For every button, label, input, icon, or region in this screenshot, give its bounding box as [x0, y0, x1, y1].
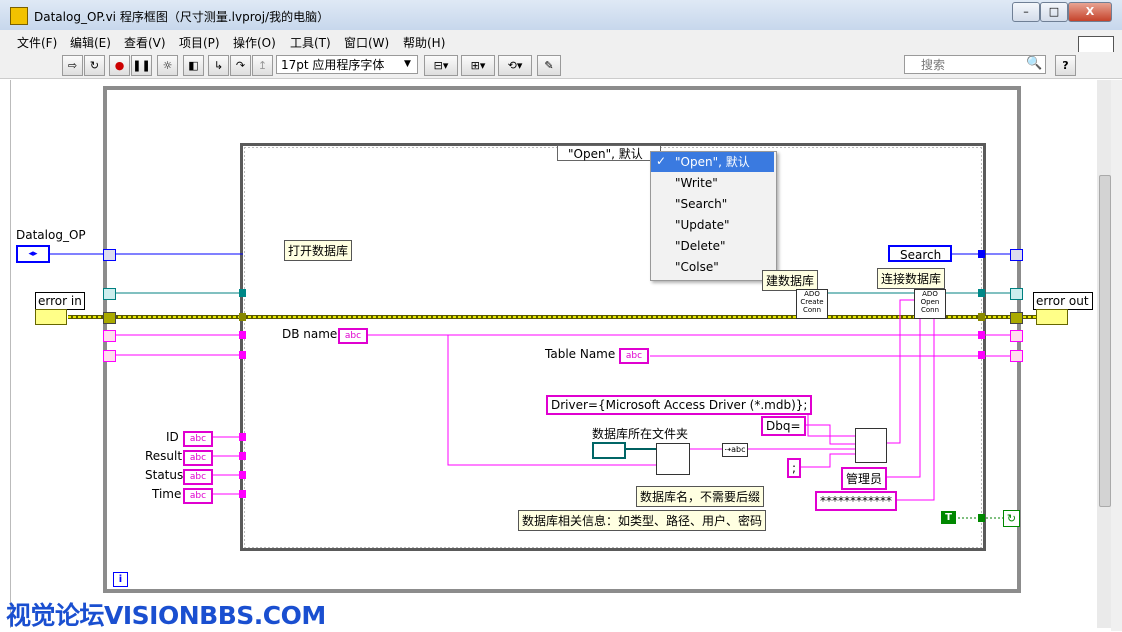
- tunnel: [978, 351, 985, 359]
- shift-register-string-right: [1010, 330, 1023, 342]
- tunnel: [239, 433, 246, 441]
- driver-string-constant[interactable]: Driver={Microsoft Access Driver (*.mdb)}…: [546, 395, 813, 415]
- password-string-constant[interactable]: ************: [815, 491, 897, 511]
- id-label: ID: [166, 430, 179, 444]
- semicolon-string-constant[interactable]: ;: [787, 458, 802, 478]
- dbq-string-constant[interactable]: Dbq=: [761, 416, 806, 436]
- tunnel: [978, 331, 985, 339]
- tunnel: [978, 313, 985, 321]
- id-terminal[interactable]: abc: [183, 431, 213, 447]
- time-label: Time: [152, 487, 182, 501]
- tunnel: [239, 313, 246, 321]
- ado-open-conn-subvi[interactable]: ADO Open Conn: [914, 289, 946, 319]
- path-constant[interactable]: [592, 442, 626, 459]
- result-terminal[interactable]: abc: [183, 450, 213, 466]
- case-option-update[interactable]: "Update": [651, 215, 774, 235]
- true-constant[interactable]: T: [941, 511, 956, 524]
- shift-register-enum-right: [1010, 249, 1023, 261]
- tunnel: [239, 471, 246, 479]
- tunnel: [239, 351, 246, 359]
- tunnel: [239, 331, 246, 339]
- watermark-text: 视觉论坛VISIONBBS.COM: [6, 601, 326, 630]
- shift-register-string-left: [103, 330, 116, 342]
- case-option-open[interactable]: "Open", 默认: [651, 152, 774, 172]
- error-out-indicator[interactable]: [1036, 309, 1068, 325]
- tunnel: [978, 289, 985, 297]
- wires: [28, 253, 1036, 519]
- error-out-label: error out: [1033, 292, 1093, 310]
- case-option-colse[interactable]: "Colse": [651, 257, 774, 277]
- admin-string-constant[interactable]: 管理员: [841, 467, 888, 490]
- shift-register-string-left-2: [103, 350, 116, 362]
- status-terminal[interactable]: abc: [183, 469, 213, 485]
- case-selector[interactable]: "Open", 默认: [557, 145, 661, 161]
- table-name-terminal[interactable]: abc: [619, 348, 649, 364]
- tunnel: [978, 514, 985, 522]
- error-in-label: error in: [35, 292, 85, 310]
- tunnel: [239, 490, 246, 498]
- tunnel: [239, 289, 246, 297]
- result-label: Result: [145, 449, 183, 463]
- build-path-function-icon[interactable]: [656, 443, 690, 475]
- db-name-terminal[interactable]: abc: [338, 328, 368, 344]
- concatenate-strings-icon[interactable]: [855, 428, 887, 463]
- create-db-note: 建数据库: [762, 270, 819, 291]
- tunnel: [978, 250, 985, 258]
- shift-register-ref-right: [1010, 288, 1023, 300]
- connect-db-note: 连接数据库: [877, 268, 946, 289]
- search-enum-constant[interactable]: Search: [888, 245, 952, 262]
- iteration-terminal: i: [113, 572, 128, 587]
- folder-label: 数据库所在文件夹: [592, 427, 689, 441]
- case-option-write[interactable]: "Write": [651, 173, 774, 193]
- shift-register-error-left: [103, 312, 116, 324]
- path-to-string-icon[interactable]: ⇢abc: [722, 443, 748, 457]
- shift-register-string-right-2: [1010, 350, 1023, 362]
- shift-register-error-right: [1010, 312, 1023, 324]
- shift-register-ref-left: [103, 288, 116, 300]
- db-name-note: 数据库名，不需要后缀: [636, 486, 765, 507]
- tunnel: [239, 452, 246, 460]
- ado-create-conn-subvi[interactable]: ADO Create Conn: [796, 289, 828, 319]
- status-label: Status: [145, 468, 184, 482]
- case-option-delete[interactable]: "Delete": [651, 236, 774, 256]
- table-name-label: Table Name: [545, 347, 616, 361]
- error-in-control[interactable]: [35, 309, 67, 325]
- check-icon: ✓: [656, 154, 667, 168]
- datalog-op-label: Datalog_OP: [16, 228, 86, 242]
- shift-register-enum-left: [103, 249, 116, 261]
- open-db-note: 打开数据库: [284, 240, 353, 261]
- time-terminal[interactable]: abc: [183, 488, 213, 504]
- db-info-note: 数据库相关信息：如类型、路径、用户、密码: [518, 510, 767, 531]
- db-name-label: DB name: [282, 327, 338, 341]
- loop-condition-icon[interactable]: ↻: [1003, 510, 1020, 527]
- datalog-op-control[interactable]: ◂▸: [16, 245, 50, 263]
- case-option-search[interactable]: "Search": [651, 194, 774, 214]
